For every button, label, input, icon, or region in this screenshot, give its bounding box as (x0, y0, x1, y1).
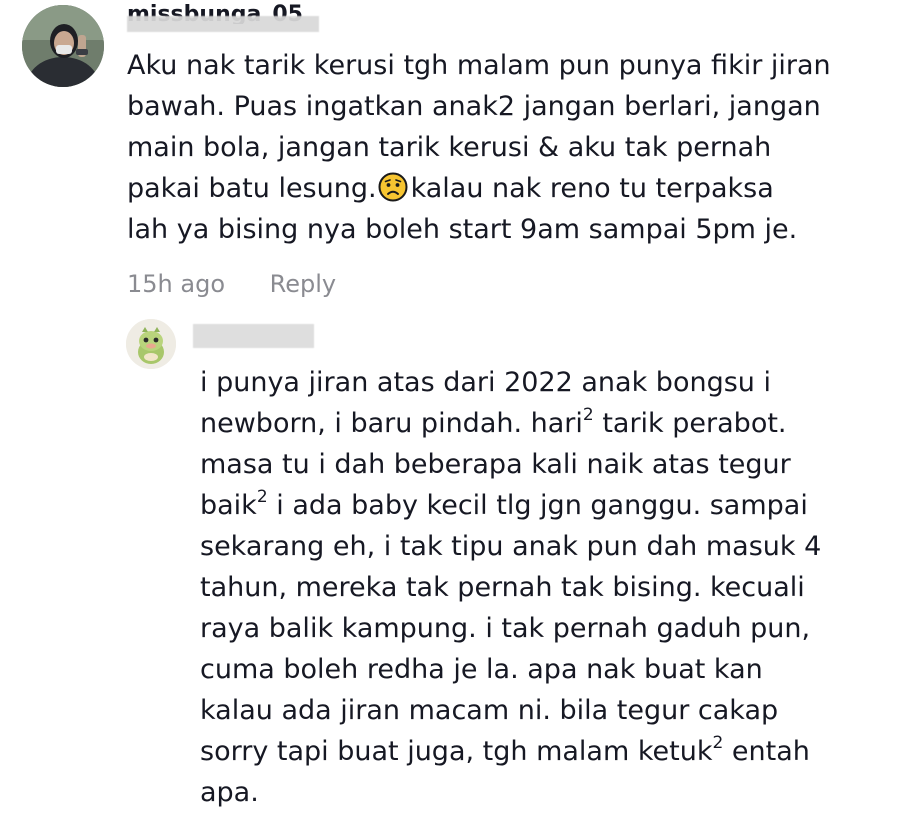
reply-line: i punya jiran atas dari 2022 anak bongsu… (200, 367, 771, 398)
worried-face-emoji-icon (378, 172, 408, 202)
reply-line: newborn, i baru pindah. hari2 tarik pera… (200, 403, 890, 444)
username-redaction (127, 16, 319, 32)
comment-text: Aku nak tarik kerusi tgh malam pun punya… (127, 45, 887, 250)
reply-button[interactable]: Reply (270, 268, 336, 300)
comment-fragment: pakai batu lesung. (127, 173, 377, 204)
reply-fragment: sorry tapi buat juga, tgh malam ketuk (200, 736, 713, 767)
timestamp: 15h ago (127, 270, 226, 298)
reply-line: baik2 i ada baby kecil tlg jgn ganggu. s… (200, 485, 890, 526)
reply-line: kalau ada jiran macam ni. bila tegur cak… (200, 695, 779, 726)
reply-line: sorry tapi buat juga, tgh malam ketuk2 e… (200, 731, 890, 772)
reply-text: i punya jiran atas dari 2022 anak bongsu… (200, 362, 890, 813)
reply-line: raya balik kampung. i tak pernah gaduh p… (200, 613, 811, 644)
superscript: 2 (256, 487, 268, 507)
user-photo-icon (22, 5, 104, 87)
reply-username-redaction (193, 324, 314, 348)
comment-line: main bola, jangan tarik kerusi & aku tak… (127, 132, 772, 163)
comment-meta: 15h ago Reply (127, 268, 336, 300)
avatar[interactable] (22, 5, 104, 87)
comment-line: lah ya bising nya boleh start 9am sampai… (127, 214, 798, 245)
dinosaur-toy-icon (126, 319, 176, 369)
reply-line: cuma boleh redha je la. apa nak buat kan (200, 654, 763, 685)
reply-fragment: tarik perabot. (602, 408, 787, 439)
reply-fragment: baik (200, 490, 257, 521)
reply-fragment: newborn, i baru pindah. hari (200, 408, 583, 439)
comment-line: bawah. Puas ingatkan anak2 jangan berlar… (127, 91, 821, 122)
superscript: 2 (582, 405, 594, 425)
reply-line: masa tu i dah beberapa kali naik atas te… (200, 449, 791, 480)
comment-line: pakai batu lesung. kalau nak reno tu ter… (127, 168, 887, 209)
comment-fragment: kalau nak reno tu terpaksa (410, 173, 774, 204)
reply-avatar[interactable] (126, 319, 176, 369)
reply-fragment: i ada baby kecil tlg jgn ganggu. sampai (276, 490, 808, 521)
superscript: 2 (712, 733, 724, 753)
reply-line: apa. (200, 777, 259, 808)
reply-line: sekarang eh, i tak tipu anak pun dah mas… (200, 531, 822, 562)
comment-line: Aku nak tarik kerusi tgh malam pun punya… (127, 50, 831, 81)
reply-fragment: entah (731, 736, 810, 767)
reply-line: tahun, mereka tak pernah tak bising. kec… (200, 572, 805, 603)
